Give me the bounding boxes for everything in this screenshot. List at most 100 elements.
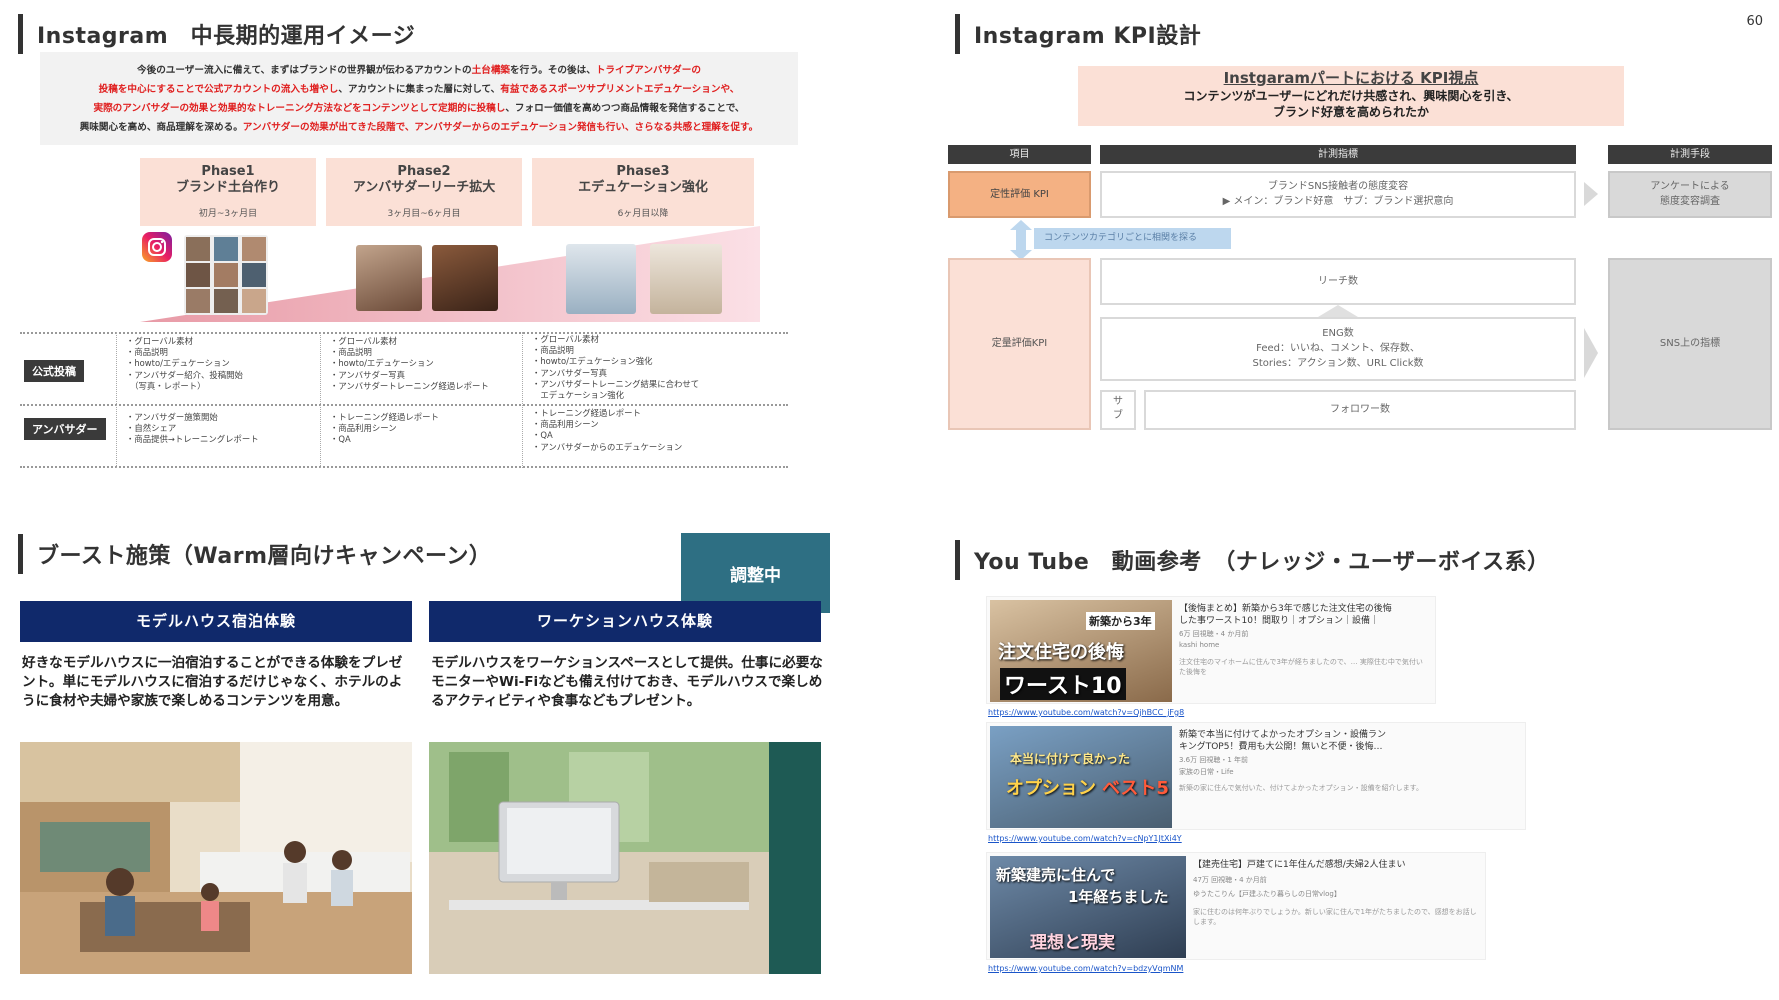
- table-column-line: [320, 332, 321, 468]
- qualitative-metric-box: ブランドSNS接触者の態度変容 ▶ メイン：ブランド好意 サブ：ブランド選択意向: [1100, 171, 1576, 218]
- education-photo-1: [566, 244, 636, 314]
- instagram-plan-heading: Instagram 中長期的運用イメージ: [37, 24, 416, 49]
- heading-bar: [955, 540, 960, 580]
- intro-line: 今後のユーザー流入に備えて、まずはブランドの世界観が伝わるアカウントの土台構築を…: [56, 61, 782, 80]
- header-metric: 計測指標: [1100, 145, 1576, 164]
- table-cell: ・アンバサダー施策開始 ・自然シェア ・商品提供→トレーニングレポート: [126, 412, 259, 445]
- video-link-3[interactable]: https://www.youtube.com/watch?v=bdzyVqmN…: [988, 964, 1183, 973]
- phase-2-box: Phase2 アンバサダーリーチ拡大 3ヶ月目~6ヶ月目: [326, 158, 522, 226]
- phase-2-period: 3ヶ月目~6ヶ月目: [387, 209, 461, 219]
- video-title-3[interactable]: 【建売住宅】戸建てに1年住んだ感想/夫婦2人住まい: [1193, 859, 1483, 871]
- intro-text: を行う。その後は、: [510, 65, 596, 76]
- table-cell: ・グローバル素材 ・商品説明 ・howto/エデュケーション ・アンバサダー写真…: [330, 336, 489, 391]
- eng-line-3: Stories：アクション数、URL Click数: [1252, 358, 1424, 369]
- intro-highlight: 投稿を中心にすることで公式アカウントの流入も増やし: [98, 84, 339, 95]
- campaign-2-title: ワーケションハウス体験: [429, 601, 821, 642]
- eng-line-1: ENG数: [1322, 328, 1354, 339]
- video-card-3[interactable]: 新築建売に住んで 1年経ちました 理想と現実 【建売住宅】戸建てに1年住んだ感想…: [986, 852, 1486, 960]
- intro-text: 、フォロー価値を高めつつ商品情報を発信することで、: [505, 103, 745, 114]
- video-meta-1: 6万 回視聴・4 か月前: [1179, 630, 1249, 638]
- table-cell: ・グローバル素材 ・商品説明 ・howto/エデュケーション強化 ・アンバサダー…: [532, 334, 700, 401]
- intro-line: 実際のアンバサダーの効果と効果的なトレーニング方法などをコンテンツとして定期的に…: [56, 99, 782, 118]
- row-label-ambassador: アンバサダー: [24, 418, 106, 440]
- thumb-text: 注文住宅の後悔: [998, 642, 1124, 663]
- video-title-line: 新築で本当に付けてよかったオプション・設備ラン: [1179, 730, 1387, 740]
- campaign-1-title: モデルハウス宿泊体験: [20, 601, 412, 642]
- table-divider: [20, 466, 788, 468]
- quantitative-kpi-label: 定量評価KPI: [948, 258, 1091, 430]
- arrow-right-icon: [1584, 182, 1598, 206]
- video-title-line: した事ワースト10！間取り｜オプション｜設備｜: [1179, 616, 1380, 626]
- video-link-1[interactable]: https://www.youtube.com/watch?v=QjhBCC_j…: [988, 708, 1184, 717]
- intro-highlight: 有益であるスポーツサプリメントエデュケーションや、: [500, 84, 740, 95]
- kpi-viewpoint-title: Instgaramパートにおける KPI視点: [1223, 69, 1479, 87]
- video-thumbnail-2[interactable]: 本当に付けて良かった オプション ベスト5: [990, 726, 1172, 828]
- page-number: 60: [1746, 14, 1763, 29]
- video-title-line: キングTOP5！費用も大公開！無いと不便・後悔…: [1179, 742, 1383, 752]
- row-label-official: 公式投稿: [24, 360, 84, 382]
- kpi-viewpoint-box: Instgaramパートにおける KPI視点 コンテンツがユーザーにどれだけ共感…: [1078, 66, 1624, 126]
- table-column-line: [522, 332, 523, 468]
- video-title-2[interactable]: 新築で本当に付けてよかったオプション・設備ラン キングTOP5！費用も大公開！無…: [1179, 729, 1519, 753]
- video-title-line: 【後悔まとめ】新築から3年で感じた注文住宅の後悔: [1179, 604, 1392, 614]
- video-title-line: 【建売住宅】戸建てに1年住んだ感想/夫婦2人住まい: [1193, 860, 1406, 870]
- intro-highlight: アンバサダーの効果が出てきた段階で、アンバサダーからのエデュケーション発信も行い…: [242, 122, 759, 133]
- phase-1-name: Phase1: [201, 164, 255, 179]
- phase-1-title: ブランド土台作り: [175, 180, 280, 195]
- video-thumbnail-3[interactable]: 新築建売に住んで 1年経ちました 理想と現実: [990, 856, 1186, 958]
- sub-label: サ ブ: [1100, 390, 1136, 430]
- phase-2-name: Phase2: [397, 164, 451, 179]
- heading-bar: [955, 14, 960, 54]
- intro-text: 興味関心を高め、商品理解を深める。: [79, 122, 243, 133]
- kpi-viewpoint-line-1: コンテンツがユーザーにどれだけ共感され、興味関心を引き、: [1183, 89, 1519, 103]
- video-snippet-2: 新築の家に住んで気付いた、付けてよかったオプション・設備を紹介します。: [1179, 784, 1423, 792]
- video-channel-2: 家族の日常・Life: [1179, 768, 1234, 776]
- heading-bar: [18, 534, 23, 574]
- video-link-2[interactable]: https://www.youtube.com/watch?v=cNpY1JtX…: [988, 834, 1182, 843]
- header-method: 計測手段: [1608, 145, 1772, 164]
- video-title-1[interactable]: 【後悔まとめ】新築から3年で感じた注文住宅の後悔 した事ワースト10！間取り｜オ…: [1179, 603, 1429, 627]
- arrow-right-icon: [1584, 328, 1598, 378]
- phase-3-period: 6ヶ月目以降: [617, 209, 669, 219]
- followers-box: フォロワー数: [1144, 390, 1576, 430]
- video-channel-1: kashi home: [1179, 641, 1220, 649]
- correlation-tag: コンテンツカテゴリごとに相関を探る: [1034, 228, 1231, 249]
- intro-text: 、アカウントに集まった層に対して、: [338, 84, 501, 95]
- phase-1-grid-image: [184, 235, 268, 315]
- intro-line: 投稿を中心にすることで公式アカウントの流入も増やし、アカウントに集まった層に対し…: [56, 80, 782, 99]
- quantitative-method: SNS上の指標: [1608, 258, 1772, 430]
- video-snippet-3: 家に住むのは何年ぶりでしょうか。新しい家に住んで1年がたちましたので、感想をお話…: [1193, 908, 1477, 926]
- double-arrow-icon: [1010, 220, 1032, 260]
- intro-highlight: トライブアンバサダーの: [595, 65, 701, 76]
- qualitative-metric-line-1: ブランドSNS接触者の態度変容: [1267, 181, 1409, 192]
- kpi-viewpoint-line-2: ブランド好意を高められたか: [1272, 105, 1429, 119]
- eng-line-2: Feed：いいね、コメント、保存数、: [1256, 343, 1420, 354]
- instagram-plan-heading-block: Instagram 中長期的運用イメージ: [18, 14, 415, 54]
- table-cell: ・グローバル素材 ・商品説明 ・howto/エデュケーション ・アンバサダー紹介…: [126, 336, 243, 391]
- video-meta-2: 3.6万 回視聴・1 年前: [1179, 756, 1249, 764]
- boost-heading-block: ブースト施策（Warm層向けキャンペーン）: [18, 534, 491, 574]
- phase-3-title: エデュケーション強化: [578, 180, 708, 195]
- instagram-logo-icon: [142, 232, 172, 262]
- campaign-1-description: 好きなモデルハウスに一泊宿泊することができる体験をプレゼント。単にモデルハウスに…: [22, 655, 403, 709]
- intro-text-box: 今後のユーザー流入に備えて、まずはブランドの世界観が伝わるアカウントの土台構築を…: [40, 52, 798, 145]
- workation-photo: [429, 742, 821, 974]
- video-snippet-1: 注文住宅のマイホームに住んで3年が経ちましたので、… 実際住む中で気付いた後悔を: [1179, 658, 1423, 676]
- phase-2-title: アンバサダーリーチ拡大: [352, 180, 496, 195]
- intro-text: 今後のユーザー流入に備えて、まずはブランドの世界観が伝わるアカウントの: [137, 65, 472, 76]
- video-thumbnail-1[interactable]: 新築から3年 注文住宅の後悔 ワースト10: [990, 600, 1172, 702]
- video-meta-3: 47万 回視聴・4 か月前: [1193, 876, 1267, 884]
- ambassador-photo-2: [432, 245, 498, 311]
- intro-highlight: 実際のアンバサダーの効果と効果的なトレーニング方法などをコンテンツとして定期的に…: [93, 103, 506, 114]
- kpi-heading: Instagram KPI設計: [974, 24, 1202, 49]
- thumb-text: 本当に付けて良かった: [1010, 752, 1131, 766]
- boost-heading: ブースト施策（Warm層向けキャンペーン）: [37, 544, 492, 569]
- thumb-text: ベスト5: [1102, 778, 1169, 799]
- video-card-1[interactable]: 新築から3年 注文住宅の後悔 ワースト10 【後悔まとめ】新築から3年で感じた注…: [986, 596, 1436, 704]
- video-channel-3: ゆうたこりん【戸建ふたり暮らしの日常vlog】: [1193, 890, 1341, 898]
- qualitative-method: アンケートによる 態度変容調査: [1608, 171, 1772, 218]
- video-card-2[interactable]: 本当に付けて良かった オプション ベスト5 新築で本当に付けてよかったオプション…: [986, 722, 1526, 830]
- table-cell: ・トレーニング経過レポート ・商品利用シーン ・QA ・アンバサダーからのエデュ…: [532, 408, 683, 452]
- eng-box: ENG数 Feed：いいね、コメント、保存数、 Stories：アクション数、U…: [1100, 317, 1576, 381]
- heading-bar: [18, 14, 23, 54]
